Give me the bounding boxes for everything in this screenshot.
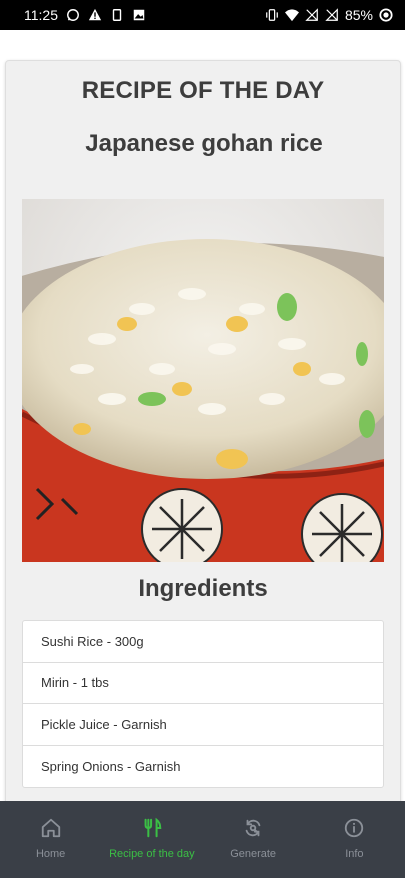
- info-icon: [345, 818, 364, 838]
- nav-label-info: Info: [345, 848, 364, 860]
- whatsapp-icon: [67, 9, 79, 21]
- nav-item-info[interactable]: Info: [304, 801, 405, 878]
- vibrate-icon: [266, 9, 278, 21]
- ingredients-list: Sushi Rice - 300g Mirin - 1 tbs Pickle J…: [22, 620, 384, 788]
- list-item[interactable]: Sushi Rice - 300g: [23, 621, 383, 663]
- list-item[interactable]: Pickle Juice - Garnish: [23, 704, 383, 746]
- nav-label-home: Home: [35, 848, 66, 860]
- signal-off-icon: [305, 8, 318, 21]
- card-title: RECIPE OF THE DAY: [81, 77, 325, 104]
- wifi-icon: [284, 9, 299, 22]
- fork-knife-icon: [144, 817, 162, 838]
- status-bar: 11:25 85%: [0, 0, 405, 30]
- image-icon: [133, 9, 145, 21]
- recipe-name: Japanese gohan rice: [85, 130, 323, 157]
- nav-label-recipe: Recipe of the day: [109, 848, 195, 860]
- warning-icon: [88, 8, 102, 21]
- bottom-nav: Home Recipe of the day Generate Info: [0, 801, 405, 878]
- recipe-card: RECIPE OF THE DAY Japanese gohan rice In…: [5, 60, 401, 820]
- list-item[interactable]: Mirin - 1 tbs: [23, 663, 383, 704]
- nav-item-generate[interactable]: Generate: [203, 801, 304, 878]
- nav-item-recipe-of-the-day[interactable]: Recipe of the day: [101, 801, 202, 878]
- refresh-icon: [245, 819, 261, 837]
- home-icon: [41, 818, 60, 838]
- sim-icon: [112, 9, 122, 21]
- list-item[interactable]: Spring Onions - Garnish: [23, 746, 383, 788]
- recipe-image: [22, 199, 384, 562]
- signal-off-icon-2: [325, 8, 338, 21]
- status-time: 11:25: [24, 7, 58, 23]
- battery-percent: 85%: [344, 7, 373, 23]
- nav-item-home[interactable]: Home: [0, 801, 101, 878]
- ingredients-title: Ingredients: [138, 575, 268, 602]
- nav-label-generate: Generate: [230, 848, 277, 860]
- battery-icon: [379, 8, 393, 22]
